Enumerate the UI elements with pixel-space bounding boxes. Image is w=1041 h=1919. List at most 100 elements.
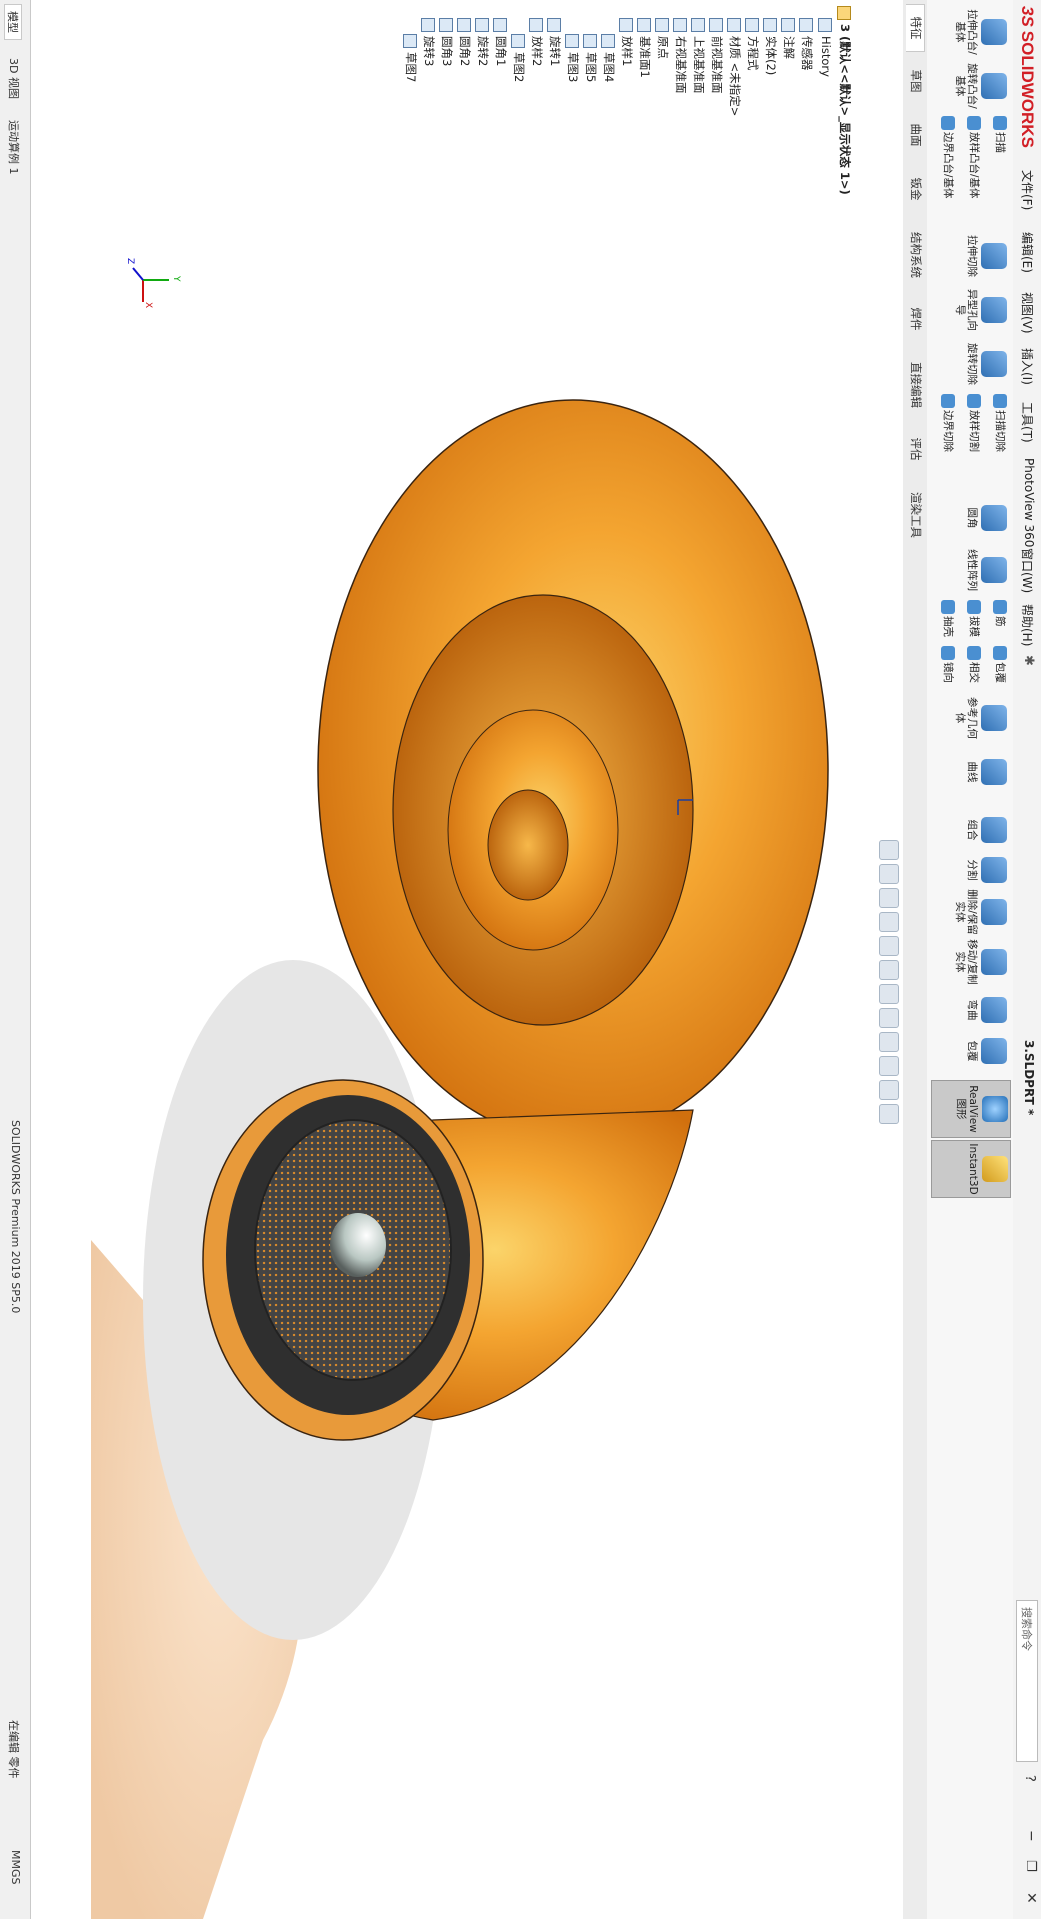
tree-item-sensors[interactable]: 传感器 <box>797 18 815 71</box>
status-units[interactable]: MMGS <box>9 1850 22 1885</box>
loft-cut-button[interactable]: 放样切割 <box>955 394 981 484</box>
tree-item-front-plane[interactable]: 前视基准面 <box>707 18 725 94</box>
draft-button[interactable]: 拔模 <box>955 600 981 640</box>
tree-item-revolve1[interactable]: 旋转1 <box>545 18 563 66</box>
instant3d-toggle[interactable]: Instant3D <box>931 1140 1011 1198</box>
fillet-button[interactable]: 圆角 <box>949 492 1009 544</box>
extrude-cut-button[interactable]: 拉伸切除 <box>949 230 1009 282</box>
curves-button[interactable]: 曲线 <box>949 746 1009 798</box>
help-icon[interactable]: ? <box>1022 1775 1037 1782</box>
move-copy-body-button[interactable]: 移动/复制实体 <box>949 936 1009 988</box>
wrap-button[interactable]: 包覆 <box>981 646 1007 686</box>
extrude-boss-button[interactable]: 拉伸凸台/基体 <box>949 6 1009 58</box>
hole-wizard-button[interactable]: 异型孔向导 <box>949 284 1009 336</box>
tree-item-sketch5[interactable]: 草图5 <box>581 34 599 82</box>
tab-surfaces[interactable]: 曲面 <box>906 112 924 158</box>
revolve-boss-button[interactable]: 旋转凸台/基体 <box>949 60 1009 112</box>
linear-pattern-button[interactable]: 线性阵列 <box>949 544 1009 596</box>
tree-item-annotations[interactable]: 注解 <box>779 18 797 59</box>
loft-icon <box>529 18 544 32</box>
rib-button[interactable]: 筋 <box>981 600 1007 640</box>
boundary-boss-button[interactable]: 边界凸台/基体 <box>929 116 955 216</box>
tree-item-plane1[interactable]: 基准面1 <box>635 18 653 78</box>
menu-help[interactable]: 帮助(H) <box>1018 604 1036 646</box>
section-view-icon[interactable] <box>879 912 899 932</box>
tree-item-revolve3[interactable]: 旋转3 <box>419 18 437 66</box>
intersect-button[interactable]: 相交 <box>955 646 981 686</box>
display-pane-icon[interactable] <box>879 1104 899 1124</box>
loft-boss-button[interactable]: 放样凸台/基体 <box>955 116 981 216</box>
tab-motion-study[interactable]: 运动算例 1 <box>6 114 22 181</box>
previous-view-icon[interactable] <box>879 888 899 908</box>
hide-show-icon[interactable] <box>879 1008 899 1028</box>
tab-sheet-metal[interactable]: 钣金 <box>906 166 924 212</box>
sweep-cut-button[interactable]: 扫描切除 <box>981 394 1007 484</box>
tab-direct-editing[interactable]: 直接编辑 <box>906 350 924 420</box>
toggle-label: RealView 图形 <box>955 1085 979 1133</box>
tree-item-solid-bodies[interactable]: 实体(2) <box>761 18 779 75</box>
minimize-icon[interactable]: − <box>1023 1830 1039 1842</box>
delete-keep-body-button[interactable]: 删除/保留实体 <box>949 886 1009 938</box>
flex-button[interactable]: 弯曲 <box>949 984 1009 1036</box>
tab-evaluate[interactable]: 评估 <box>906 426 924 472</box>
menu-insert[interactable]: 插入(I) <box>1018 348 1036 385</box>
tab-weldments[interactable]: 焊件 <box>906 296 924 342</box>
plane-icon <box>637 18 652 32</box>
menu-view[interactable]: 视图(V) <box>1018 292 1036 334</box>
shell-button[interactable]: 抽壳 <box>929 600 955 640</box>
sweep-button[interactable]: 扫描 <box>981 116 1007 206</box>
tree-item-sketch7[interactable]: 草图7 <box>401 34 419 82</box>
restore-icon[interactable]: ❐ <box>1023 1860 1038 1872</box>
menu-file[interactable]: 文件(F) <box>1018 170 1036 210</box>
menu-window[interactable]: 窗口(W) <box>1018 548 1036 593</box>
menu-edit[interactable]: 编辑(E) <box>1018 232 1036 273</box>
wrap2-button[interactable]: 包覆 <box>949 1030 1009 1072</box>
zoom-area-icon[interactable] <box>879 864 899 884</box>
search-box[interactable]: 搜索命令 <box>1016 1600 1038 1762</box>
tree-item-loft2[interactable]: 放样2 <box>527 18 545 66</box>
pin-icon[interactable]: ✱ <box>1021 655 1036 666</box>
graphics-area[interactable]: X Y Z <box>91 240 903 1919</box>
dynamic-annotation-icon[interactable] <box>879 936 899 956</box>
tree-item-revolve2[interactable]: 旋转2 <box>473 18 491 66</box>
mirror-button[interactable]: 镜向 <box>929 646 955 686</box>
boundary-cut-button[interactable]: 边界切除 <box>929 394 955 484</box>
button-label: 相交 <box>968 662 980 683</box>
tree-item-sketch2[interactable]: 草图2 <box>509 34 527 82</box>
view-orientation-icon[interactable] <box>879 960 899 980</box>
tree-item-loft1[interactable]: 放样1 <box>617 18 635 66</box>
realview-toggle[interactable]: RealView 图形 <box>931 1080 1011 1138</box>
tree-item-fillet2[interactable]: 圆角2 <box>455 18 473 66</box>
tab-3d-views[interactable]: 3D 视图 <box>6 52 22 105</box>
zoom-to-fit-icon[interactable] <box>879 840 899 860</box>
tree-item-history[interactable]: History <box>815 18 833 77</box>
close-icon[interactable]: ✕ <box>1023 1892 1039 1904</box>
ds-logo-icon: 3S <box>1018 6 1037 27</box>
tree-item-fillet1[interactable]: 圆角1 <box>491 18 509 66</box>
reference-geometry-button[interactable]: 参考几何体 <box>949 692 1009 744</box>
menu-photoview[interactable]: PhotoView 360 <box>1018 458 1036 547</box>
tree-item-label: 基准面1 <box>638 36 652 78</box>
revolve-cut-button[interactable]: 旋转切除 <box>949 338 1009 390</box>
tree-item-label: 草图4 <box>602 52 616 83</box>
tree-root[interactable]: 3 (默认<<默认>_显示状态 1>) <box>835 6 853 195</box>
tab-structure-system[interactable]: 结构系统 <box>906 220 924 290</box>
tree-item-material[interactable]: 材质 <未指定> <box>725 18 743 116</box>
tree-item-sketch4[interactable]: 草图4 <box>599 34 617 82</box>
tree-item-origin[interactable]: 原点 <box>653 18 671 59</box>
edit-appearance-icon[interactable] <box>879 1032 899 1052</box>
tab-model[interactable]: 模型 <box>4 4 22 40</box>
triad-z-label: Z <box>125 258 135 265</box>
tree-item-fillet3[interactable]: 圆角3 <box>437 18 455 66</box>
tab-sketch[interactable]: 草图 <box>906 58 924 104</box>
tree-item-sketch3[interactable]: 草图3 <box>563 34 581 82</box>
menu-tools[interactable]: 工具(T) <box>1018 402 1036 443</box>
tree-item-equations[interactable]: 方程式 <box>743 18 761 71</box>
display-style-icon[interactable] <box>879 984 899 1004</box>
view-settings-icon[interactable] <box>879 1080 899 1100</box>
tree-item-top-plane[interactable]: 上视基准面 <box>689 18 707 94</box>
apply-scene-icon[interactable] <box>879 1056 899 1076</box>
tree-item-right-plane[interactable]: 右视基准面 <box>671 18 689 94</box>
tab-render-tools[interactable]: 渲染工具 <box>906 480 924 550</box>
tab-features[interactable]: 特征 <box>906 4 925 52</box>
